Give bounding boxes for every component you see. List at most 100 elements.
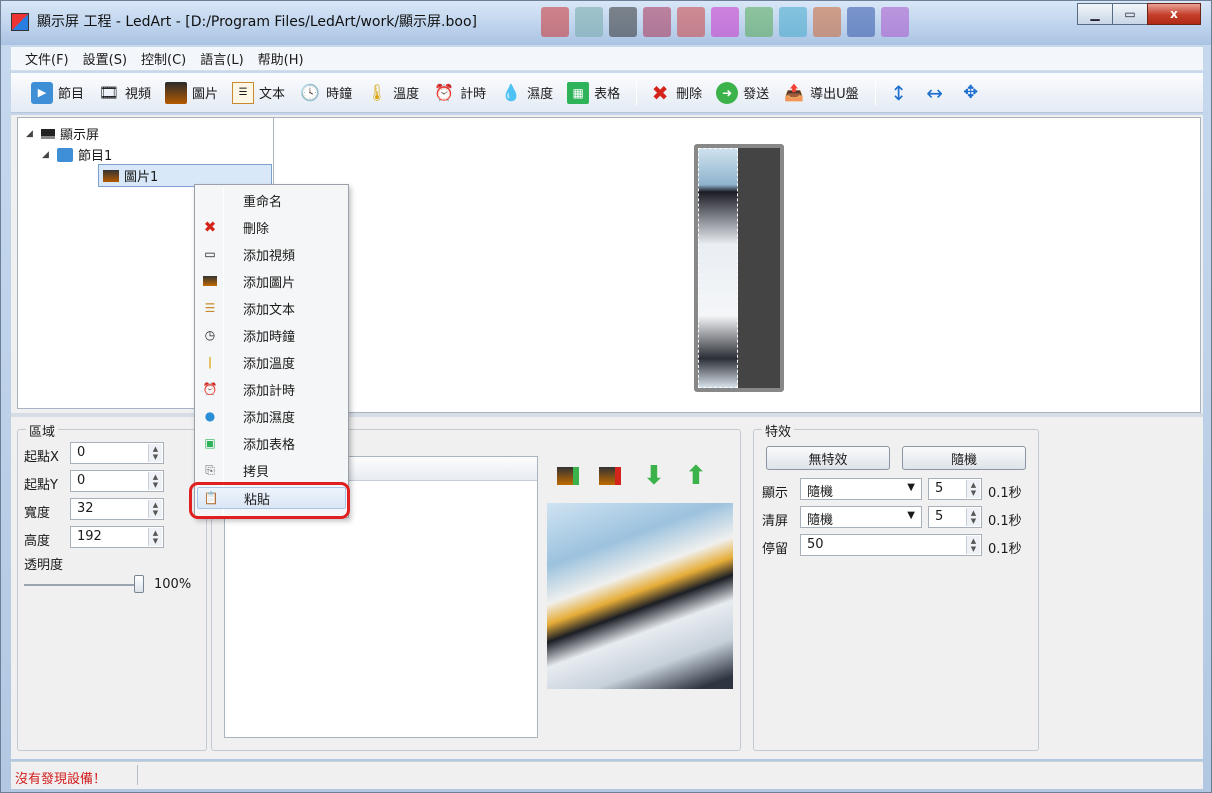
menu-control[interactable]: 控制(C) — [141, 49, 186, 68]
menu-settings[interactable]: 設置(S) — [83, 49, 127, 68]
ctx-add-humidity[interactable]: ● 添加濕度 — [197, 405, 346, 427]
toolbar-stretch-vertical-button[interactable]: ↕ — [888, 80, 910, 105]
toolbar-video-button[interactable]: 🎞 視頻 — [98, 82, 151, 104]
toolbar-temperature-button[interactable]: 🌡 溫度 — [366, 82, 419, 104]
ctx-add-timer[interactable]: ⏰ 添加計時 — [197, 378, 346, 400]
move-arrows-icon: ✥ — [963, 82, 979, 103]
thermometer-icon: ǀ — [208, 355, 212, 369]
clear-unit: 0.1秒 — [988, 514, 1022, 529]
opacity-slider-track[interactable] — [24, 584, 144, 586]
spin-arrows-icon[interactable]: ▲ ▼ — [148, 500, 162, 518]
clear-speed-input[interactable]: 5 ▲ ▼ — [928, 506, 982, 528]
show-effect-select[interactable]: 隨機 ▼ — [800, 478, 922, 500]
status-separator — [137, 765, 138, 785]
spin-arrows-icon[interactable]: ▲ ▼ — [148, 528, 162, 546]
ctx-add-table[interactable]: ▣ 添加表格 — [197, 432, 346, 454]
toolbar: ▶ 節目 🎞 視頻 圖片 ☰ 文本 🕓 時鐘 🌡 溫度 ⏰ 計時 💧 濕度 ▦ … — [11, 73, 1203, 113]
ctx-add-video-label: 添加視頻 — [243, 248, 296, 264]
opacity-slider-thumb[interactable] — [134, 575, 144, 593]
tree-node-screen[interactable]: ◢ 顯示屏 — [26, 124, 99, 143]
spin-arrows-icon[interactable]: ▲ ▼ — [966, 480, 980, 498]
menu-help[interactable]: 帮助(H) — [258, 49, 304, 68]
droplet-icon: ● — [204, 409, 216, 423]
move-down-button[interactable]: ⬇ — [642, 461, 666, 491]
arrow-up-icon: ⬆ — [685, 461, 707, 491]
monitor-icon — [41, 128, 55, 139]
led-canvas[interactable] — [273, 117, 1201, 413]
stay-label: 停留 — [762, 542, 789, 557]
ctx-copy[interactable]: ⎘ 拷貝 — [197, 459, 346, 481]
ctx-add-clock[interactable]: ◷ 添加時鐘 — [197, 324, 346, 346]
toolbar-clock-button[interactable]: 🕓 時鐘 — [299, 82, 352, 104]
ctx-add-table-label: 添加表格 — [243, 437, 296, 453]
toolbar-stretch-horizontal-button[interactable]: ↔ — [924, 81, 946, 105]
toolbar-text-button[interactable]: ☰ 文本 — [232, 81, 285, 104]
clear-label: 清屏 — [762, 514, 789, 529]
picture-icon — [197, 276, 223, 286]
toolbar-separator — [874, 79, 876, 106]
ctx-delete[interactable]: ✖ 刪除 — [197, 216, 346, 238]
menu-bar: 文件(F) 設置(S) 控制(C) 語言(L) 帮助(H) — [11, 47, 1203, 71]
spin-arrows-icon[interactable]: ▲ ▼ — [148, 472, 162, 490]
tree-node-program[interactable]: ◢ 節目1 — [42, 145, 112, 164]
status-bar: 沒有發現設備！ — [11, 761, 1203, 789]
clear-effect-value: 隨機 — [807, 513, 834, 528]
app-logo-icon — [11, 13, 29, 31]
toolbar-send-button[interactable]: ➜ 發送 — [716, 81, 770, 104]
menu-language[interactable]: 語言(L) — [200, 49, 243, 68]
spin-arrows-icon[interactable]: ▲ ▼ — [966, 508, 980, 526]
ctx-add-picture[interactable]: 添加圖片 — [197, 270, 346, 292]
toolbar-delete-button[interactable]: ✖ 刪除 — [649, 81, 702, 105]
ctx-rename[interactable]: 重命名 — [197, 189, 346, 211]
toolbar-export-button[interactable]: 📤 導出U盤 — [783, 82, 858, 104]
program-icon — [57, 147, 73, 162]
no-effect-button[interactable]: 無特效 — [766, 446, 890, 470]
toolbar-timer-button[interactable]: ⏰ 計時 — [433, 82, 486, 104]
led-screen-preview[interactable] — [694, 144, 784, 392]
arrow-vertical-icon: ↕ — [890, 80, 908, 105]
ctx-add-humidity-label: 添加濕度 — [243, 410, 296, 426]
collapse-triangle-icon[interactable]: ◢ — [26, 129, 36, 139]
context-menu: 重命名 ✖ 刪除 ▭ 添加視頻 添加圖片 ☰ 添加文本 ◷ 添加時鐘 ǀ 添加溫… — [194, 184, 349, 518]
show-speed-input[interactable]: 5 ▲ ▼ — [928, 478, 982, 500]
splitter[interactable] — [11, 413, 1203, 417]
add-picture-button[interactable] — [556, 464, 580, 488]
height-input[interactable]: 192 ▲ ▼ — [70, 526, 164, 548]
picture-area-selection[interactable] — [698, 148, 738, 388]
window-controls: ▁ ▭ x — [1077, 3, 1201, 25]
remove-picture-button[interactable] — [598, 464, 622, 488]
move-up-button[interactable]: ⬆ — [684, 461, 708, 491]
x-input[interactable]: 0 ▲ ▼ — [70, 442, 164, 464]
toolbar-program-label: 節目 — [58, 87, 85, 102]
tree-node-program-label: 節目1 — [78, 149, 113, 164]
ctx-copy-label: 拷貝 — [243, 464, 270, 480]
toolbar-move-button[interactable]: ✥ — [960, 82, 982, 104]
stay-time-input[interactable]: 50 ▲ ▼ — [800, 534, 982, 556]
collapse-triangle-icon[interactable]: ◢ — [42, 150, 52, 160]
maximize-icon: ▭ — [1124, 7, 1136, 21]
minimize-button[interactable]: ▁ — [1077, 3, 1113, 25]
dropdown-arrow-icon: ▼ — [907, 510, 915, 521]
spin-arrows-icon[interactable]: ▲ ▼ — [966, 536, 980, 554]
width-input[interactable]: 32 ▲ ▼ — [70, 498, 164, 520]
toolbar-table-button[interactable]: ▦ 表格 — [567, 81, 620, 104]
delete-x-icon: ✖ — [203, 218, 217, 236]
ctx-add-video[interactable]: ▭ 添加視頻 — [197, 243, 346, 265]
title-bar[interactable]: 顯示屏 工程 - LedArt - [D:/Program Files/LedA… — [1, 1, 1211, 45]
width-label: 寬度 — [24, 506, 51, 521]
ctx-add-text[interactable]: ☰ 添加文本 — [197, 297, 346, 319]
picture-icon — [103, 169, 119, 182]
maximize-button[interactable]: ▭ — [1112, 3, 1148, 25]
toolbar-humidity-button[interactable]: 💧 濕度 — [500, 82, 553, 104]
toolbar-picture-button[interactable]: 圖片 — [165, 81, 218, 104]
spin-arrows-icon[interactable]: ▲ ▼ — [148, 444, 162, 462]
random-effect-button[interactable]: 隨機 — [902, 446, 1026, 470]
ctx-add-temperature[interactable]: ǀ 添加溫度 — [197, 351, 346, 373]
ctx-delete-label: 刪除 — [243, 221, 270, 237]
toolbar-send-label: 發送 — [743, 87, 770, 102]
menu-file[interactable]: 文件(F) — [25, 49, 69, 68]
close-button[interactable]: x — [1147, 3, 1201, 25]
toolbar-program-button[interactable]: ▶ 節目 — [31, 81, 85, 104]
y-input[interactable]: 0 ▲ ▼ — [70, 470, 164, 492]
clear-effect-select[interactable]: 隨機 ▼ — [800, 506, 922, 528]
